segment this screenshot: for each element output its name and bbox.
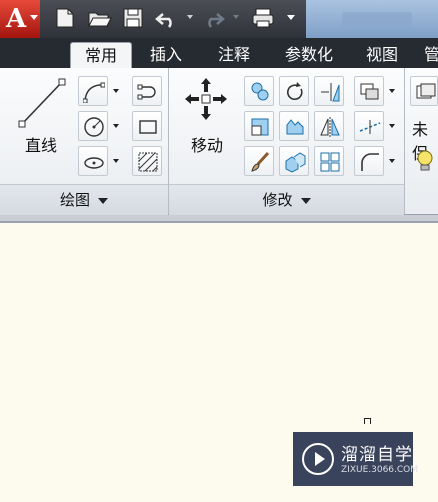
ellipse-dropdown[interactable]	[110, 146, 122, 176]
mirror-icon	[320, 117, 340, 137]
move-icon[interactable]	[183, 76, 229, 122]
break-dropdown[interactable]	[386, 111, 398, 141]
paintbrush-icon	[251, 151, 270, 172]
array-grid-icon	[320, 152, 340, 172]
circle-dropdown[interactable]	[110, 111, 122, 141]
rotate-button[interactable]	[279, 76, 309, 106]
ellipse-icon	[84, 157, 104, 169]
tab-home[interactable]: 常用	[70, 42, 132, 69]
ribbon-panel: 直线 绘图 移动 修改 未	[0, 68, 438, 215]
tab-annotate[interactable]: 注释	[205, 42, 263, 68]
quick-access-toolbar: A	[0, 0, 438, 38]
layer-stack-icon	[416, 83, 436, 99]
polyline-button[interactable]	[78, 76, 108, 106]
play-icon	[302, 443, 334, 475]
circle-icon	[84, 117, 104, 137]
spline-button[interactable]	[132, 76, 162, 106]
array-button[interactable]	[314, 146, 344, 176]
move-button-label[interactable]: 移动	[184, 132, 230, 156]
spline-icon	[137, 84, 156, 100]
hatch-icon	[138, 152, 158, 172]
tab-parametric[interactable]: 参数化	[274, 42, 344, 68]
application-menu-button[interactable]: A	[0, 0, 40, 38]
polyline-dropdown[interactable]	[110, 76, 122, 106]
trim-button[interactable]	[314, 76, 344, 106]
scale-icon	[251, 118, 269, 136]
new-file-icon[interactable]	[52, 6, 78, 30]
undo-icon[interactable]	[154, 6, 180, 30]
ellipse-button[interactable]	[78, 146, 108, 176]
modify-panel-title[interactable]: 修改	[169, 184, 404, 215]
crosshair-cursor-icon	[364, 418, 371, 424]
chevron-down-icon	[98, 197, 108, 204]
trim-icon	[321, 83, 340, 102]
tab-insert[interactable]: 插入	[140, 42, 192, 68]
line-icon[interactable]	[14, 74, 70, 130]
fillet-brush-button[interactable]	[244, 146, 274, 176]
copy-button[interactable]	[244, 76, 274, 106]
hatch-button[interactable]	[132, 146, 162, 176]
fillet-icon	[361, 153, 379, 171]
rectangle-button[interactable]	[132, 111, 162, 141]
watermark-title: 溜溜自学	[341, 445, 413, 465]
save-icon[interactable]	[120, 6, 146, 30]
break-line-button[interactable]	[354, 111, 384, 141]
erase-stack-button[interactable]	[354, 76, 384, 106]
customize-toolbar-icon[interactable]	[287, 15, 295, 20]
tab-view[interactable]: 视图	[356, 42, 408, 68]
fillet-dropdown[interactable]	[386, 146, 398, 176]
fillet-button[interactable]	[354, 146, 384, 176]
autocad-logo-icon: A	[6, 4, 27, 34]
rotate-icon	[287, 82, 303, 100]
stretch-icon	[286, 119, 304, 135]
tab-manage[interactable]: 管	[422, 42, 438, 68]
lightbulb-icon[interactable]	[414, 148, 436, 174]
open-folder-icon[interactable]	[86, 6, 112, 30]
layer-properties-button[interactable]	[410, 76, 438, 106]
chevron-down-icon	[30, 15, 38, 20]
redo-icon	[208, 13, 225, 28]
array-3d-button[interactable]	[279, 146, 309, 176]
scale-button[interactable]	[244, 111, 274, 141]
plot-icon[interactable]	[250, 6, 276, 30]
ribbon-tab-bar: 常用 插入 注释 参数化 视图 管	[0, 38, 438, 69]
stretch-button[interactable]	[279, 111, 309, 141]
draw-panel-title[interactable]: 绘图	[0, 184, 168, 215]
layers-stack-icon	[360, 83, 379, 100]
watermark-badge: 溜溜自学 ZIXUE.3066.COM	[293, 432, 418, 486]
redo-dropdown-icon	[233, 15, 239, 19]
stack-dropdown[interactable]	[386, 76, 398, 106]
title-bar-area	[306, 0, 438, 38]
array-3d-icon	[285, 152, 306, 173]
copy-icon	[251, 82, 269, 101]
polyline-icon	[83, 82, 105, 103]
rectangle-icon	[139, 120, 157, 134]
break-line-icon	[359, 120, 381, 134]
circle-button[interactable]	[78, 111, 108, 141]
chevron-down-icon	[300, 197, 311, 204]
watermark-url: ZIXUE.3066.COM	[341, 465, 419, 475]
line-button-label[interactable]: 直线	[20, 132, 62, 156]
undo-dropdown-icon[interactable]	[187, 15, 193, 19]
mirror-button[interactable]	[314, 111, 344, 141]
